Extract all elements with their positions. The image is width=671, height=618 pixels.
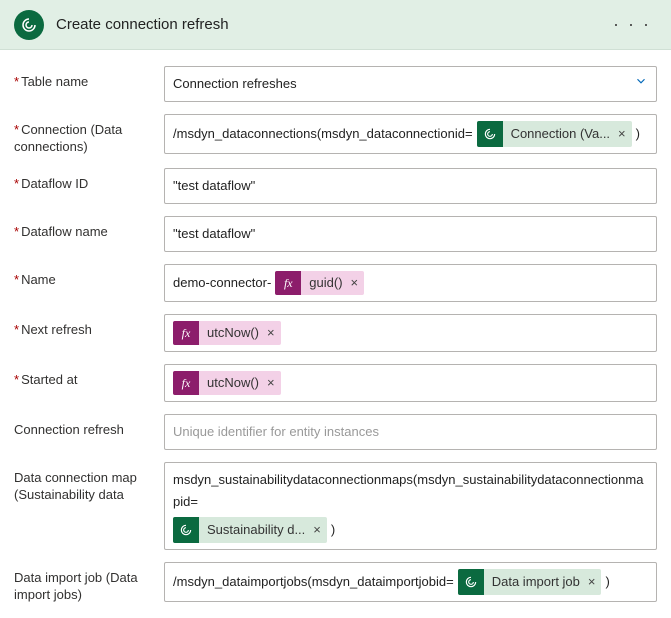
- fx-icon: fx: [275, 271, 301, 295]
- token-remove-button[interactable]: ×: [618, 123, 626, 145]
- row-connection: *Connection (Data connections) /msdyn_da…: [14, 114, 657, 156]
- input-name[interactable]: demo-connector- fx guid() ×: [164, 264, 657, 302]
- import-job-prefix: /msdyn_dataimportjobs(msdyn_dataimportjo…: [173, 571, 454, 593]
- label-data-connection-map: Data connection map (Sustainability data: [14, 462, 164, 504]
- input-data-import-job[interactable]: /msdyn_dataimportjobs(msdyn_dataimportjo…: [164, 562, 657, 602]
- input-data-connection-map[interactable]: msdyn_sustainabilitydataconnectionmaps(m…: [164, 462, 657, 550]
- connector-icon: [14, 10, 44, 40]
- token-sustainability-map[interactable]: Sustainability d... ×: [173, 517, 327, 543]
- input-next-refresh[interactable]: fx utcNow() ×: [164, 314, 657, 352]
- row-dataflow-id: *Dataflow ID "test dataflow": [14, 168, 657, 204]
- token-remove-button[interactable]: ×: [313, 519, 321, 541]
- input-dataflow-name[interactable]: "test dataflow": [164, 216, 657, 252]
- fx-icon: fx: [173, 371, 199, 395]
- token-remove-button[interactable]: ×: [351, 272, 359, 294]
- token-remove-button[interactable]: ×: [588, 571, 596, 593]
- placeholder-text: Unique identifier for entity instances: [173, 421, 379, 443]
- token-label: Sustainability d...: [207, 519, 305, 541]
- connection-prefix: /msdyn_dataconnections(msdyn_dataconnect…: [173, 123, 473, 145]
- token-label: Data import job: [492, 571, 580, 593]
- label-started-at: *Started at: [14, 364, 164, 389]
- fx-icon: fx: [173, 321, 199, 345]
- dataflow-id-value: "test dataflow": [173, 175, 255, 197]
- form-body: *Table name Connection refreshes *Connec…: [0, 50, 671, 618]
- row-name: *Name demo-connector- fx guid() ×: [14, 264, 657, 302]
- token-label: Connection (Va...: [511, 123, 610, 145]
- map-suffix: ): [331, 519, 335, 541]
- input-started-at[interactable]: fx utcNow() ×: [164, 364, 657, 402]
- map-prefix: msdyn_sustainabilitydataconnectionmaps(m…: [173, 469, 648, 513]
- input-connection[interactable]: /msdyn_dataconnections(msdyn_dataconnect…: [164, 114, 657, 154]
- connection-suffix: ): [636, 123, 640, 145]
- token-label: utcNow(): [207, 322, 259, 344]
- row-table-name: *Table name Connection refreshes: [14, 66, 657, 102]
- token-remove-button[interactable]: ×: [267, 322, 275, 344]
- token-connection[interactable]: Connection (Va... ×: [477, 121, 632, 147]
- token-data-import-job[interactable]: Data import job ×: [458, 569, 602, 595]
- row-data-import-job: Data import job (Data import jobs) /msdy…: [14, 562, 657, 604]
- row-started-at: *Started at fx utcNow() ×: [14, 364, 657, 402]
- label-name: *Name: [14, 264, 164, 289]
- token-guid[interactable]: fx guid() ×: [275, 271, 364, 295]
- import-job-suffix: ): [605, 571, 609, 593]
- dataverse-icon: [458, 569, 484, 595]
- token-remove-button[interactable]: ×: [267, 372, 275, 394]
- input-dataflow-id[interactable]: "test dataflow": [164, 168, 657, 204]
- dataverse-icon: [477, 121, 503, 147]
- token-label: guid(): [309, 272, 342, 294]
- label-table-name: *Table name: [14, 66, 164, 91]
- label-connection: *Connection (Data connections): [14, 114, 164, 156]
- chevron-down-icon: [634, 73, 648, 95]
- row-data-connection-map: Data connection map (Sustainability data…: [14, 462, 657, 550]
- card-title: Create connection refresh: [56, 16, 607, 33]
- row-dataflow-name: *Dataflow name "test dataflow": [14, 216, 657, 252]
- dataflow-name-value: "test dataflow": [173, 223, 255, 245]
- input-table-name[interactable]: Connection refreshes: [164, 66, 657, 102]
- token-label: utcNow(): [207, 372, 259, 394]
- token-utcnow[interactable]: fx utcNow() ×: [173, 321, 281, 345]
- name-prefix: demo-connector-: [173, 272, 271, 294]
- label-data-import-job: Data import job (Data import jobs): [14, 562, 164, 604]
- token-utcnow[interactable]: fx utcNow() ×: [173, 371, 281, 395]
- label-dataflow-id: *Dataflow ID: [14, 168, 164, 193]
- input-connection-refresh[interactable]: Unique identifier for entity instances: [164, 414, 657, 450]
- more-menu-button[interactable]: · · ·: [607, 10, 657, 39]
- label-next-refresh: *Next refresh: [14, 314, 164, 339]
- label-connection-refresh: Connection refresh: [14, 414, 164, 439]
- label-dataflow-name: *Dataflow name: [14, 216, 164, 241]
- card-header: Create connection refresh · · ·: [0, 0, 671, 50]
- dataverse-icon: [173, 517, 199, 543]
- table-name-value: Connection refreshes: [173, 73, 297, 95]
- row-next-refresh: *Next refresh fx utcNow() ×: [14, 314, 657, 352]
- row-connection-refresh: Connection refresh Unique identifier for…: [14, 414, 657, 450]
